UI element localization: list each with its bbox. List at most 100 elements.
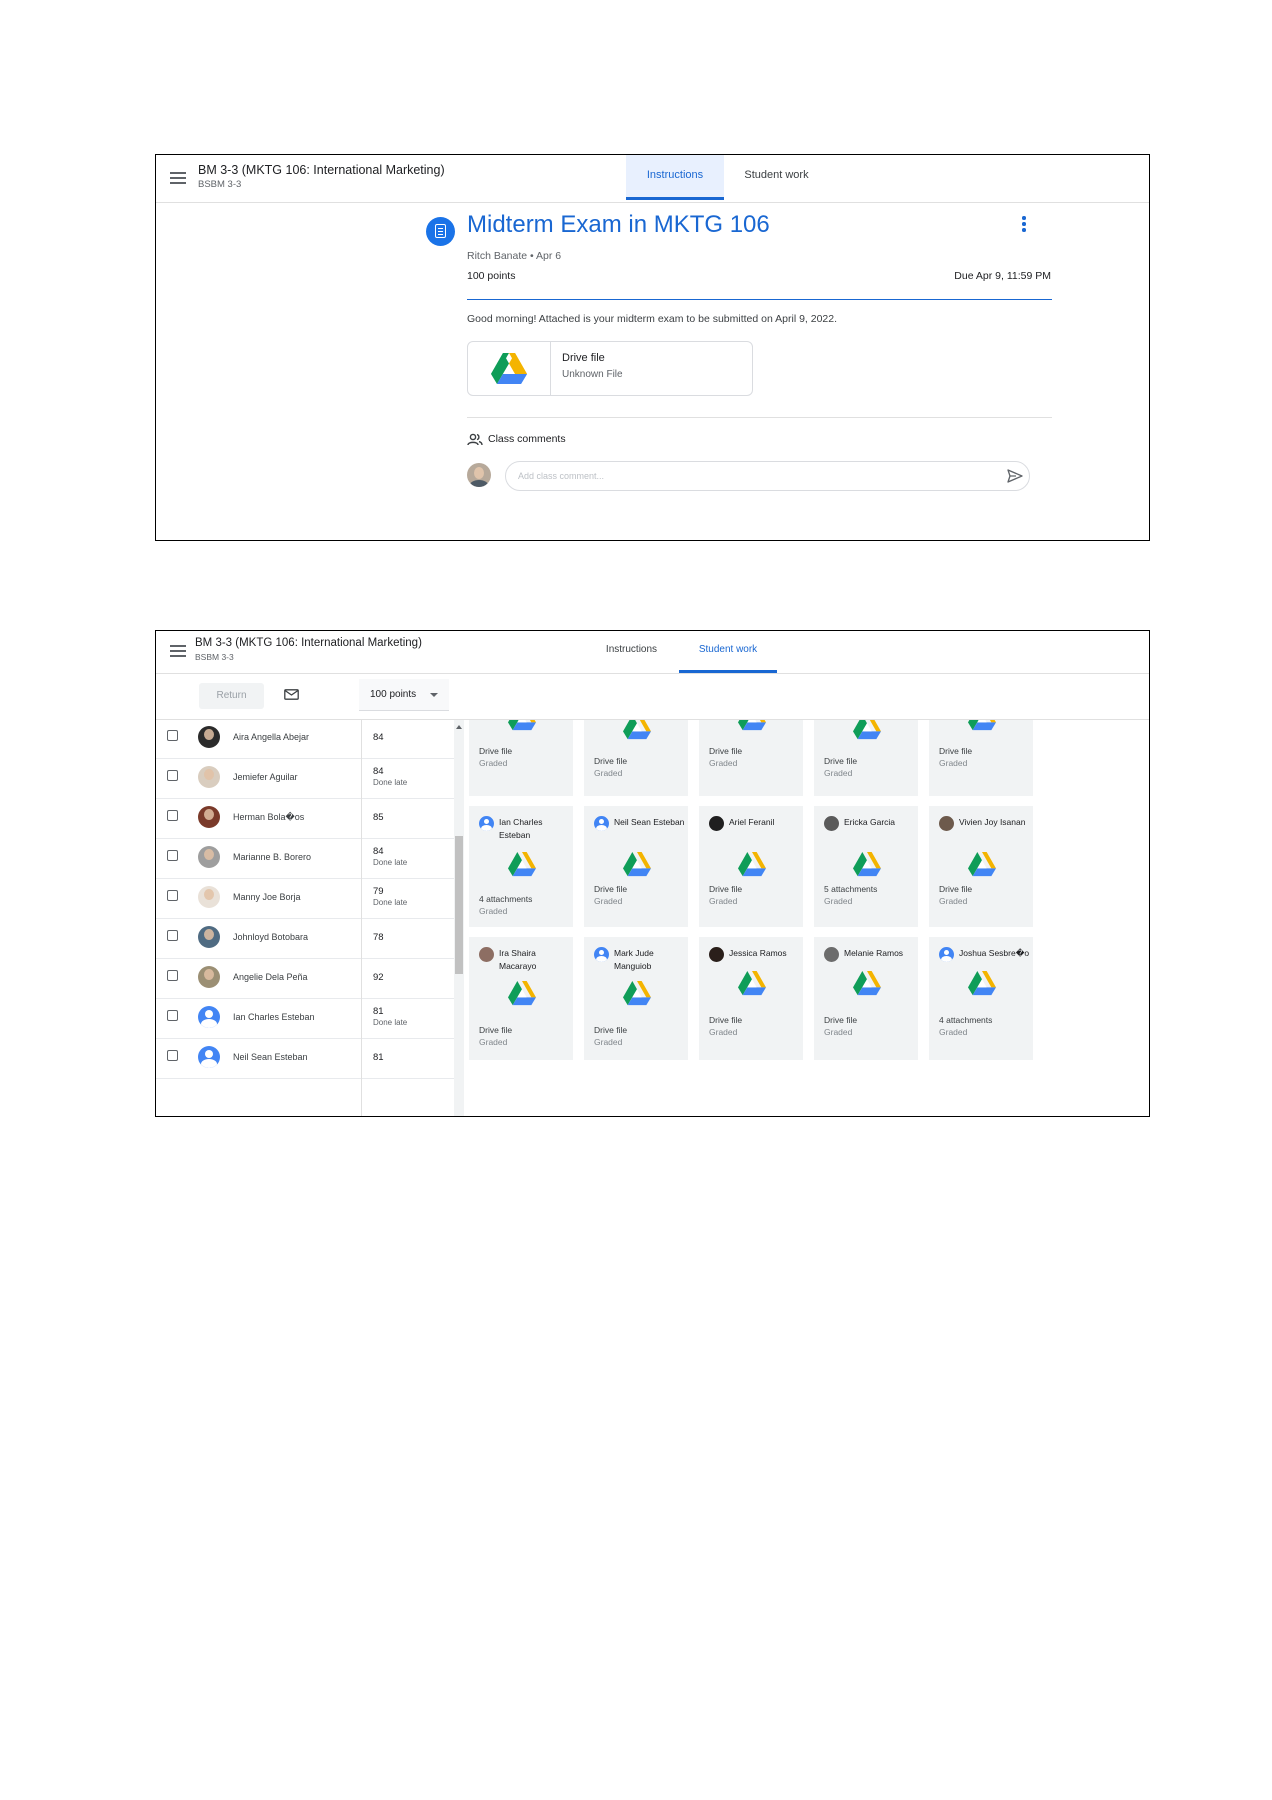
student-row[interactable]: Johnloyd Botobara 78 (156, 918, 456, 959)
student-grade[interactable]: 84 (373, 732, 384, 743)
student-name[interactable]: Angelie Dela Peña (233, 972, 308, 982)
checkbox-icon[interactable] (167, 850, 178, 861)
student-grade[interactable]: 85 (373, 812, 384, 823)
submission-card[interactable]: Drive file Graded (469, 720, 573, 796)
card-status: Graded (479, 906, 508, 916)
student-name[interactable]: Herman Bola�os (233, 812, 304, 823)
card-file-type: Drive file (594, 884, 628, 894)
drive-icon (623, 852, 651, 877)
avatar (198, 886, 220, 908)
checkbox-icon[interactable] (167, 890, 178, 901)
drive-thumbnail (468, 342, 551, 395)
student-row[interactable]: Jemiefer Aguilar 84 Done late (156, 758, 456, 799)
checkbox-icon[interactable] (167, 970, 178, 981)
student-grade[interactable]: 84 (373, 766, 384, 777)
card-status: Graded (479, 758, 508, 768)
submission-card[interactable]: Neil Sean Esteban Drive file Graded (584, 806, 688, 927)
avatar (824, 816, 839, 831)
submission-card[interactable]: Joshua Sesbre�o 4 attachments Graded (929, 937, 1033, 1060)
student-row[interactable]: Ian Charles Esteban 81 Done late (156, 998, 456, 1039)
submission-card[interactable]: Ariel Feranil Drive file Graded (699, 806, 803, 927)
drive-icon (968, 852, 996, 877)
student-grade[interactable]: 81 (373, 1052, 384, 1063)
student-row[interactable]: Herman Bola�os 85 (156, 798, 456, 839)
tab-student-work[interactable]: Student work (679, 631, 777, 673)
tab-instructions[interactable]: Instructions (594, 631, 669, 673)
student-row[interactable]: Angelie Dela Peña 92 (156, 958, 456, 999)
student-grade[interactable]: 78 (373, 932, 384, 943)
student-row[interactable]: Manny Joe Borja 79 Done late (156, 878, 456, 919)
points-dropdown[interactable]: 100 points (359, 679, 449, 711)
submission-card[interactable]: Ian Charles Esteban 4 attachments Graded (469, 806, 573, 927)
checkbox-icon[interactable] (167, 810, 178, 821)
student-name[interactable]: Johnloyd Botobara (233, 932, 308, 942)
menu-icon[interactable] (170, 645, 186, 657)
drive-attachment[interactable]: Drive file Unknown File (467, 341, 753, 396)
scroll-up-icon[interactable] (456, 725, 462, 729)
card-student-name: Mark Jude Manguiob (614, 948, 654, 971)
submission-card[interactable]: Drive file Graded (929, 720, 1033, 796)
student-name[interactable]: Ian Charles Esteban (233, 1012, 315, 1022)
people-icon (467, 433, 483, 446)
card-status: Graded (824, 1027, 853, 1037)
submission-card[interactable]: Mark Jude Manguiob Drive file Graded (584, 937, 688, 1060)
class-comment-input[interactable]: Add class comment... (505, 461, 1030, 491)
avatar (479, 816, 494, 831)
submission-card[interactable]: Jessica Ramos Drive file Graded (699, 937, 803, 1060)
student-grade[interactable]: 81 (373, 1006, 384, 1017)
card-status: Graded (709, 758, 738, 768)
avatar (198, 926, 220, 948)
class-title[interactable]: BM 3-3 (MKTG 106: International Marketin… (198, 163, 445, 177)
checkbox-icon[interactable] (167, 730, 178, 741)
class-section: BSBM 3-3 (198, 179, 242, 190)
submission-card[interactable]: Drive file Graded (584, 720, 688, 796)
avatar (939, 816, 954, 831)
submission-card[interactable]: Ericka Garcia 5 attachments Graded (814, 806, 918, 927)
student-name[interactable]: Neil Sean Esteban (233, 1052, 308, 1062)
student-grade[interactable]: 79 (373, 886, 384, 897)
student-row[interactable]: Marianne B. Borero 84 Done late (156, 838, 456, 879)
submission-card[interactable]: Drive file Graded (814, 720, 918, 796)
student-grade[interactable]: 84 (373, 846, 384, 857)
avatar (198, 966, 220, 988)
checkbox-icon[interactable] (167, 1050, 178, 1061)
checkbox-icon[interactable] (167, 770, 178, 781)
checkbox-icon[interactable] (167, 930, 178, 941)
tab-instructions[interactable]: Instructions (626, 155, 724, 200)
avatar (198, 846, 220, 868)
card-student-name: Vivien Joy Isanan (959, 817, 1026, 827)
avatar (709, 947, 724, 962)
send-icon[interactable] (1007, 469, 1023, 483)
assignment-icon (426, 217, 455, 246)
top-app-bar: BM 3-3 (MKTG 106: International Marketin… (156, 155, 1149, 203)
menu-icon[interactable] (170, 172, 186, 184)
submission-card[interactable]: Ira Shaira Macarayo Drive file Graded (469, 937, 573, 1060)
submission-card[interactable]: Vivien Joy Isanan Drive file Graded (929, 806, 1033, 927)
grade-column-divider (361, 720, 362, 1116)
student-name[interactable]: Marianne B. Borero (233, 852, 311, 862)
student-row[interactable]: Aira Angella Abejar 84 (156, 720, 456, 759)
avatar (198, 726, 220, 748)
card-file-type: 4 attachments (939, 1015, 993, 1025)
checkbox-icon[interactable] (167, 1010, 178, 1021)
student-name[interactable]: Manny Joe Borja (233, 892, 301, 902)
drive-icon (738, 852, 766, 877)
return-button[interactable]: Return (199, 683, 264, 709)
student-grade[interactable]: 92 (373, 972, 384, 983)
class-title[interactable]: BM 3-3 (MKTG 106: International Marketin… (195, 637, 422, 649)
mail-icon[interactable] (284, 689, 299, 700)
student-list: Aira Angella Abejar 84 Jemiefer Aguilar 84 D… (156, 720, 461, 1116)
drive-icon (623, 720, 651, 740)
student-row[interactable]: Neil Sean Esteban 81 (156, 1038, 456, 1079)
avatar (467, 463, 491, 487)
scrollbar-thumb[interactable] (455, 836, 463, 974)
tab-student-work[interactable]: Student work (724, 155, 829, 200)
student-name[interactable]: Aira Angella Abejar (233, 732, 309, 742)
student-name[interactable]: Jemiefer Aguilar (233, 772, 298, 782)
more-vert-icon[interactable] (1022, 216, 1026, 232)
avatar (939, 947, 954, 962)
card-file-type: Drive file (824, 1015, 858, 1025)
submission-card[interactable]: Drive file Graded (699, 720, 803, 796)
submission-status: Done late (373, 778, 408, 787)
submission-card[interactable]: Melanie Ramos Drive file Graded (814, 937, 918, 1060)
